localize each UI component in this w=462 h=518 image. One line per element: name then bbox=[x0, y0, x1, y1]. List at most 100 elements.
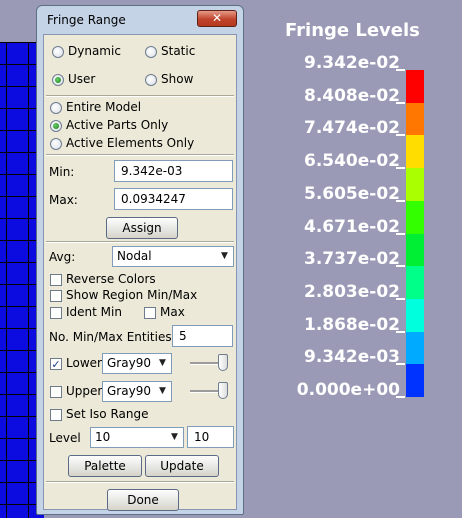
legend-tick-mark bbox=[396, 134, 405, 137]
radio-entire-model-label: Entire Model bbox=[66, 100, 142, 114]
legend-tick-label: 9.342e-03 bbox=[303, 347, 400, 368]
legend-tick-label: 1.868e-02 bbox=[303, 314, 400, 335]
separator bbox=[46, 95, 234, 97]
legend-tick-mark bbox=[396, 167, 405, 170]
legend-tick-label: 0.000e+00 bbox=[296, 380, 400, 400]
legend-color-band bbox=[406, 364, 424, 398]
palette-button[interactable]: Palette bbox=[68, 455, 142, 477]
close-icon: ✕ bbox=[211, 11, 223, 25]
level-select[interactable]: 10 ▼ bbox=[90, 427, 184, 448]
upper-checkbox[interactable] bbox=[50, 386, 62, 398]
slider-thumb[interactable] bbox=[218, 382, 228, 399]
reverse-colors-checkbox[interactable] bbox=[50, 274, 62, 286]
show-region-checkbox[interactable] bbox=[50, 290, 62, 302]
legend-color-band bbox=[406, 102, 424, 136]
dialog-client-area: Dynamic Static User Show Entire Model Ac… bbox=[43, 34, 237, 511]
radio-active-elements-label: Active Elements Only bbox=[66, 136, 195, 150]
legend-tick-mark bbox=[396, 396, 405, 398]
level-select-value: 10 bbox=[95, 430, 111, 444]
upper-slider[interactable] bbox=[190, 382, 228, 400]
lower-checkbox[interactable]: ✓ bbox=[50, 358, 62, 370]
slider-thumb[interactable] bbox=[218, 354, 228, 371]
upper-color-select[interactable]: Gray90 ▼ bbox=[102, 381, 172, 402]
avg-select[interactable]: Nodal ▼ bbox=[112, 246, 234, 267]
radio-active-parts[interactable] bbox=[50, 120, 62, 132]
set-iso-range-label: Set Iso Range bbox=[66, 407, 149, 421]
legend-color-band bbox=[406, 135, 424, 169]
chevron-down-icon: ▼ bbox=[171, 432, 178, 442]
radio-user-label: User bbox=[68, 72, 96, 86]
legend-tick-mark bbox=[396, 363, 405, 366]
fringe-range-dialog: Fringe Range ✕ Dynamic Static User Show … bbox=[36, 5, 244, 515]
radio-static[interactable] bbox=[145, 46, 157, 58]
radio-entire-model[interactable] bbox=[50, 102, 62, 114]
max-field[interactable]: 0.0934247 bbox=[114, 188, 233, 210]
show-region-label: Show Region Min/Max bbox=[66, 288, 198, 302]
legend-tick-label: 9.342e-02 bbox=[303, 53, 400, 73]
legend-tick-label: 5.605e-02 bbox=[303, 183, 400, 204]
lower-slider[interactable] bbox=[190, 354, 228, 372]
chevron-down-icon: ▼ bbox=[221, 251, 228, 261]
legend-tick-mark bbox=[396, 69, 405, 71]
upper-color-value: Gray90 bbox=[107, 384, 151, 398]
dialog-title: Fringe Range bbox=[47, 13, 126, 27]
legend-color-band bbox=[406, 168, 424, 202]
min-label: Min: bbox=[49, 165, 75, 179]
ident-min-label: Ident Min bbox=[66, 305, 122, 319]
num-entities-label: No. Min/Max Entities bbox=[49, 330, 172, 344]
legend-tick-mark bbox=[396, 199, 405, 202]
close-button[interactable]: ✕ bbox=[197, 10, 237, 27]
legend-color-band bbox=[406, 331, 424, 365]
legend-title: Fringe Levels bbox=[285, 20, 420, 41]
legend-tick-label: 4.671e-02 bbox=[303, 216, 400, 237]
lower-label: Lower bbox=[66, 356, 102, 370]
separator bbox=[46, 154, 234, 156]
legend-tick-mark bbox=[396, 101, 405, 104]
legend-tick-mark bbox=[396, 232, 405, 235]
avg-select-value: Nodal bbox=[117, 249, 152, 263]
ident-max-checkbox[interactable] bbox=[144, 307, 156, 319]
ident-max-label: Max bbox=[160, 305, 185, 319]
radio-dynamic-label: Dynamic bbox=[68, 44, 121, 58]
dialog-titlebar[interactable]: Fringe Range ✕ bbox=[37, 6, 243, 34]
legend-tick-mark bbox=[396, 330, 405, 333]
separator bbox=[46, 481, 234, 483]
radio-show[interactable] bbox=[145, 74, 157, 86]
max-label: Max: bbox=[49, 193, 78, 207]
legend-tick-mark bbox=[396, 265, 405, 268]
level-label: Level bbox=[49, 431, 81, 445]
chevron-down-icon: ▼ bbox=[159, 358, 166, 368]
set-iso-range-checkbox[interactable] bbox=[50, 409, 62, 421]
legend-tick-label: 2.803e-02 bbox=[303, 281, 400, 302]
level-field[interactable]: 10 bbox=[187, 426, 234, 448]
legend-color-band bbox=[406, 233, 424, 267]
lower-color-select[interactable]: Gray90 ▼ bbox=[102, 353, 172, 374]
separator bbox=[46, 241, 234, 243]
done-button[interactable]: Done bbox=[107, 489, 179, 511]
legend-color-band bbox=[406, 298, 424, 332]
radio-dynamic[interactable] bbox=[52, 46, 64, 58]
radio-user[interactable] bbox=[52, 74, 64, 86]
legend-tick-mark bbox=[396, 297, 405, 300]
legend-tick-label: 3.737e-02 bbox=[303, 249, 400, 270]
legend-color-band bbox=[406, 266, 424, 300]
assign-button[interactable]: Assign bbox=[106, 217, 178, 239]
update-button[interactable]: Update bbox=[145, 455, 219, 477]
legend-tick-label: 8.408e-02 bbox=[303, 85, 400, 106]
legend-tick-label: 6.540e-02 bbox=[303, 151, 400, 172]
lower-color-value: Gray90 bbox=[107, 356, 151, 370]
radio-static-label: Static bbox=[161, 44, 196, 58]
upper-label: Upper bbox=[66, 384, 103, 398]
avg-label: Avg: bbox=[49, 250, 76, 264]
radio-show-label: Show bbox=[161, 72, 194, 86]
num-entities-field[interactable]: 5 bbox=[172, 325, 233, 347]
legend-tick-label: 7.474e-02 bbox=[303, 118, 400, 139]
reverse-colors-label: Reverse Colors bbox=[66, 272, 156, 286]
radio-active-parts-label: Active Parts Only bbox=[66, 118, 169, 132]
radio-active-elements[interactable] bbox=[50, 138, 62, 150]
min-field[interactable]: 9.342e-03 bbox=[114, 160, 233, 182]
ident-min-checkbox[interactable] bbox=[50, 307, 62, 319]
legend-color-band bbox=[406, 200, 424, 234]
chevron-down-icon: ▼ bbox=[159, 386, 166, 396]
legend-color-band bbox=[406, 70, 424, 103]
